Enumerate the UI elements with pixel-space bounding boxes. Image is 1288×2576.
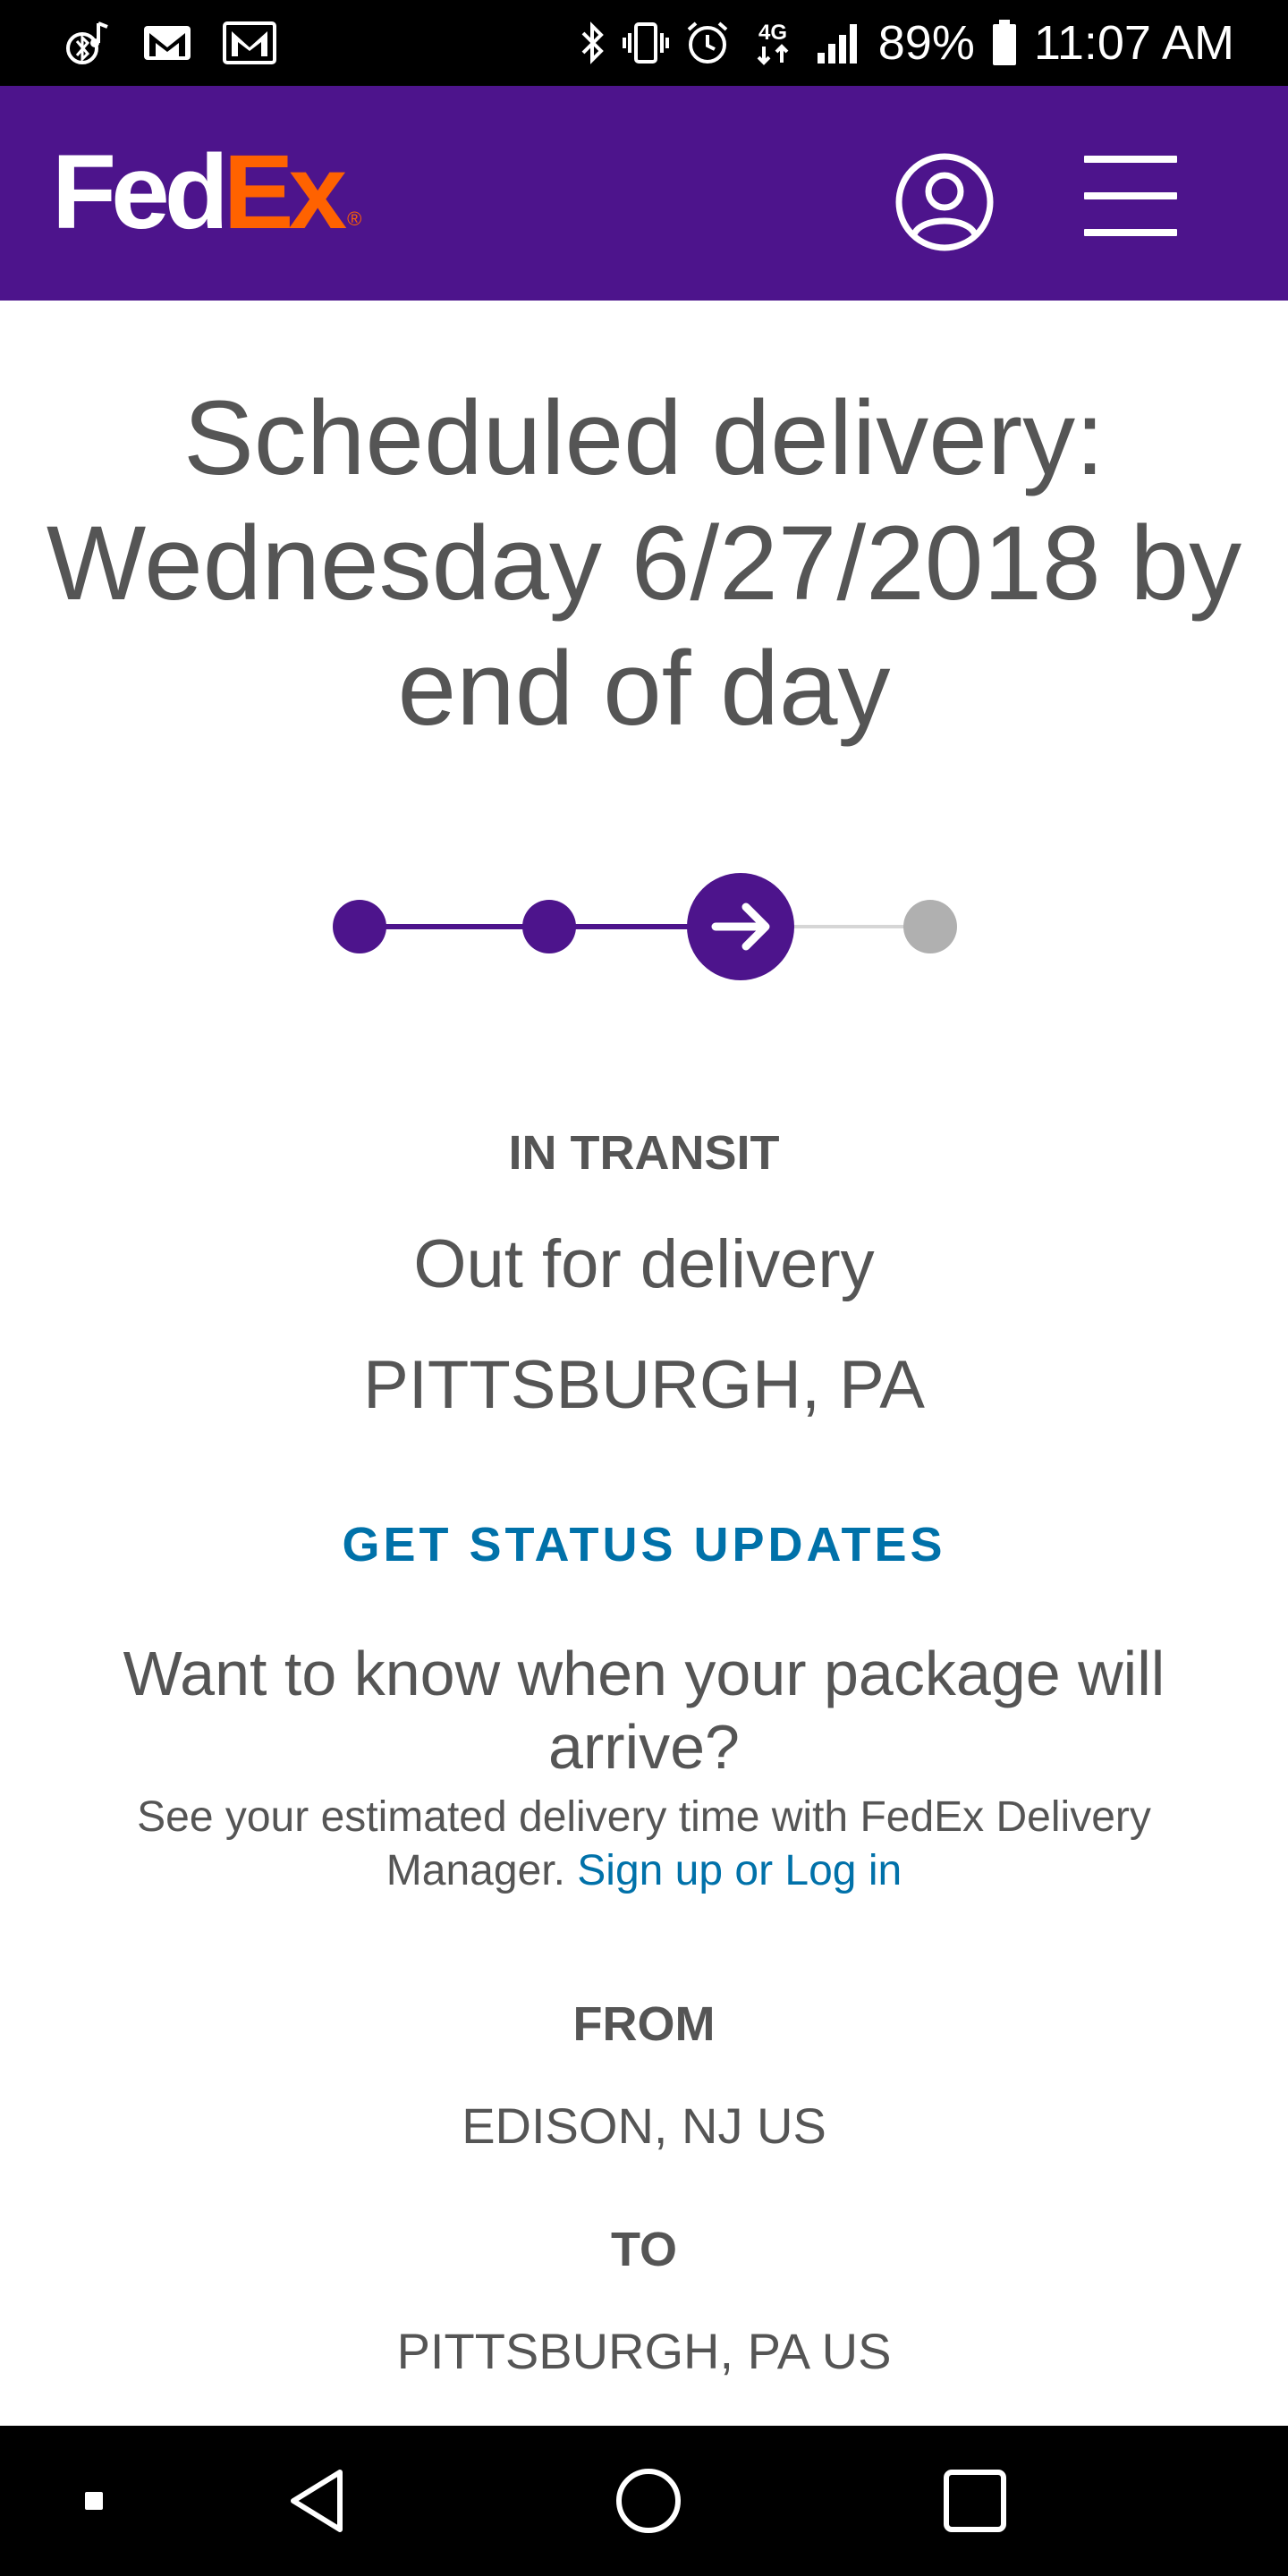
promo-title-line-2: arrive? <box>548 1712 740 1782</box>
bluetooth-music-icon <box>63 18 113 68</box>
sign-up-or-log-in-link[interactable]: Sign up or Log in <box>577 1847 902 1894</box>
battery-icon <box>991 19 1018 67</box>
to-label: TO <box>610 2223 677 2276</box>
progress-step-4 <box>903 900 957 953</box>
progress-step-2 <box>522 900 576 953</box>
back-icon <box>291 2470 343 2532</box>
home-icon <box>616 2469 681 2533</box>
clock: 11:07 AM <box>1033 16 1234 70</box>
status-description: Out for delivery <box>413 1226 875 1302</box>
system-icons: 4G 89% 11:07 AM <box>580 13 1234 73</box>
shipment-progress-tracker <box>333 873 957 980</box>
fedex-header: FedEx ® <box>0 86 1288 301</box>
scheduled-line-2: Wednesday 6/27/2018 by <box>46 504 1242 623</box>
get-status-updates-link[interactable]: GET STATUS UPDATES <box>0 1517 1288 1572</box>
promo-body: See your estimated delivery time with Fe… <box>0 1791 1288 1898</box>
promo-title: Want to know when your package will arri… <box>0 1637 1288 1784</box>
promo-title-line-1: Want to know when your package will <box>123 1639 1165 1708</box>
status-bar: 4G 89% 11:07 AM <box>0 0 1288 86</box>
promo-body-line-2-wrap: Manager. Sign up or Log in <box>0 1844 1288 1898</box>
android-nav-bar <box>0 2426 1288 2576</box>
home-button[interactable] <box>599 2426 698 2576</box>
hamburger-menu-icon <box>1084 156 1177 163</box>
scheduled-delivery-heading: Scheduled delivery: Wednesday 6/27/2018 … <box>0 376 1288 751</box>
fedex-logo[interactable]: FedEx ® <box>52 140 361 245</box>
signal-icon <box>816 21 862 65</box>
status-label: IN TRANSIT <box>508 1126 780 1180</box>
to-value: PITTSBURGH, PA US <box>396 2323 892 2379</box>
scheduled-line-1: Scheduled delivery: <box>183 379 1105 497</box>
logo-registered-mark: ® <box>347 208 362 230</box>
lte-icon: 4G <box>746 18 800 68</box>
vibrate-icon <box>622 21 669 65</box>
battery-percent: 89% <box>877 16 975 70</box>
logo-ex: Ex <box>223 133 347 251</box>
bluetooth-icon <box>580 21 606 65</box>
alarm-icon <box>685 21 730 65</box>
notification-icons <box>63 16 277 70</box>
overview-button[interactable] <box>926 2426 1024 2576</box>
account-button[interactable] <box>894 152 995 252</box>
back-button[interactable] <box>268 2426 367 2576</box>
svg-text:4G: 4G <box>758 21 787 45</box>
from-label: FROM <box>572 1997 716 2051</box>
recent-dot-button[interactable] <box>63 2426 125 2576</box>
status-location: PITTSBURGH, PA <box>363 1347 925 1423</box>
scheduled-line-3: end of day <box>397 630 891 748</box>
from-value: EDISON, NJ US <box>462 2097 826 2154</box>
hamburger-menu-button[interactable] <box>1084 156 1177 236</box>
promo-body-line-2: Manager. <box>386 1847 578 1894</box>
user-circle-icon <box>895 153 994 251</box>
recent-dot-icon <box>85 2492 103 2510</box>
logo-fed: Fed <box>52 133 229 251</box>
promo-body-line-1: See your estimated delivery time with Fe… <box>137 1793 1151 1841</box>
overview-icon <box>944 2470 1006 2532</box>
gmail-icon <box>141 23 193 63</box>
gmail-outline-icon <box>222 21 277 65</box>
progress-step-1 <box>333 900 386 953</box>
